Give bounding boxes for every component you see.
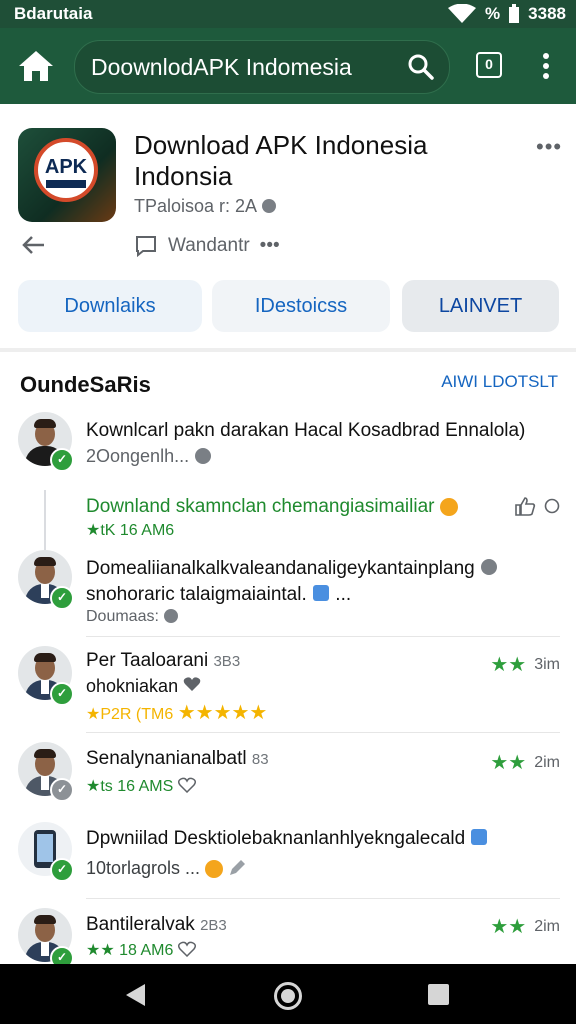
battery-icon bbox=[509, 4, 520, 23]
nav-back-icon[interactable] bbox=[126, 984, 145, 1006]
edit-icon bbox=[471, 829, 488, 845]
item-meta: 10torlagrols ... bbox=[86, 858, 246, 879]
item-time: 3im bbox=[534, 655, 560, 673]
verified-icon: ✓ bbox=[50, 586, 74, 610]
separator bbox=[86, 636, 560, 637]
star-icon: ★★ bbox=[490, 752, 527, 774]
separator bbox=[86, 732, 560, 733]
emoji-icon bbox=[439, 497, 458, 516]
list-item[interactable]: ✓ Per Taaloarani 3B3 ohokniakan ★P2R (TM… bbox=[0, 644, 576, 730]
list-item[interactable]: ✓ Dpwniilad Desktiolebaknanlanhlyekngale… bbox=[0, 820, 576, 896]
item-rating: ★P2R (TM6 ★★★★★ bbox=[86, 702, 268, 724]
emoji-icon bbox=[205, 860, 224, 879]
section-link[interactable]: AIWI LDOTSLT bbox=[441, 372, 558, 392]
heart-outline-icon[interactable] bbox=[177, 777, 196, 794]
app-subtitle: TPaloisoa r: 2A bbox=[134, 196, 277, 217]
nav-recents-icon[interactable] bbox=[428, 984, 449, 1005]
list-item[interactable]: ✓ Domealiianalkalkvaleandanaligeykantain… bbox=[0, 550, 576, 636]
clock: 3388 bbox=[528, 4, 566, 23]
app-header: APK Download APK Indonesia Indonsia TPal… bbox=[0, 104, 576, 350]
item-meta: 2Oongenlh... bbox=[86, 446, 212, 467]
verified-icon: ✓ bbox=[50, 448, 74, 472]
edit-icon bbox=[313, 585, 330, 601]
app-logo-badge: APK bbox=[34, 138, 98, 202]
comment-row[interactable]: Wandantr ••• bbox=[134, 234, 280, 258]
reaction-icons bbox=[514, 496, 560, 516]
app-icon[interactable]: APK bbox=[18, 128, 116, 222]
item-title: Kownlcarl pakn darakan Hacal Kosadbrad E… bbox=[86, 420, 526, 441]
item-suffix: 83 bbox=[251, 751, 269, 768]
downloads-button[interactable]: Downlaiks bbox=[18, 280, 202, 332]
home-icon[interactable] bbox=[16, 48, 56, 84]
verified-icon: ✓ bbox=[50, 682, 74, 706]
item-suffix: 3B3 bbox=[213, 653, 241, 670]
carrier-label: Bdarutaia bbox=[14, 4, 93, 23]
item-title: Downland skamnclan chemangiasimailiar bbox=[86, 496, 458, 518]
status-bar: Bdarutaia % 3388 bbox=[0, 0, 576, 28]
circle-icon[interactable] bbox=[544, 498, 560, 514]
item-subtitle: snohoraric talaigmaiaintal. ... bbox=[86, 584, 352, 605]
battery-label: % bbox=[485, 4, 501, 23]
info-icon bbox=[262, 199, 277, 213]
wifi-icon bbox=[448, 4, 477, 23]
list-item[interactable]: ✓ Bantileralvak 2B3 ★★ 18 AM6 ★★ 2im bbox=[0, 906, 576, 964]
globe-icon bbox=[481, 559, 497, 575]
app-logo-text: APK bbox=[44, 156, 88, 178]
list-item[interactable]: ✓ Senalynanianalbatl 83 ★ts 16 AMS ★★ 2i… bbox=[0, 740, 576, 814]
item-subtitle: ohokniakan bbox=[86, 676, 201, 697]
nav-home-icon[interactable] bbox=[274, 982, 302, 1010]
system-nav-bar bbox=[0, 964, 576, 1024]
overflow-menu-icon[interactable] bbox=[536, 50, 556, 82]
item-right: ★★ 3im bbox=[490, 652, 560, 677]
globe-icon bbox=[164, 609, 179, 623]
star-icon: ★★★★★ bbox=[177, 702, 268, 724]
thumbs-up-icon[interactable] bbox=[514, 496, 536, 516]
heart-icon bbox=[183, 677, 201, 691]
address-bar[interactable]: DoownlodAPK Indomesia bbox=[74, 40, 450, 94]
verified-icon: ✓ bbox=[50, 946, 74, 964]
more-dots-icon: ••• bbox=[259, 235, 280, 256]
item-title: Domealiianalkalkvaleandanaligeykantainpl… bbox=[86, 558, 498, 580]
latest-button[interactable]: LAINVET bbox=[402, 280, 559, 332]
star-icon: ★★ bbox=[490, 916, 527, 938]
section-title: OundeSaRis bbox=[20, 372, 151, 397]
globe-icon bbox=[195, 448, 212, 464]
verified-icon: ✓ bbox=[50, 858, 74, 882]
status-icons: % 3388 bbox=[447, 4, 566, 24]
star-icon: ★★ bbox=[490, 654, 527, 676]
more-options-icon[interactable]: ••• bbox=[536, 134, 562, 160]
heart-outline-icon[interactable] bbox=[177, 941, 196, 958]
item-rating: ★tK 16 AM6 bbox=[86, 522, 175, 539]
comments-section-header: OundeSaRis AIWI LDOTSLT bbox=[0, 352, 576, 402]
tab-switcher-button[interactable]: 0 bbox=[476, 52, 502, 78]
item-title: Dpwniilad Desktiolebaknanlanhlyekngaleca… bbox=[86, 828, 488, 850]
back-arrow-icon[interactable] bbox=[20, 232, 46, 258]
item-meta: Doumaas: bbox=[86, 608, 179, 626]
item-rating: ★ts 16 AMS bbox=[86, 776, 196, 796]
comment-label: Wandantr bbox=[168, 235, 250, 256]
item-right: ★★ 2im bbox=[490, 750, 560, 775]
app-title: Download APK Indonesia Indonsia bbox=[134, 130, 428, 191]
list-item[interactable]: ✓ Kownlcarl pakn darakan Hacal Kosadbrad… bbox=[0, 408, 576, 484]
browser-toolbar: DoownlodAPK Indomesia 0 bbox=[0, 28, 576, 104]
comment-icon bbox=[136, 236, 156, 258]
pencil-icon bbox=[230, 860, 246, 875]
item-title: Per Taaloarani 3B3 bbox=[86, 650, 241, 671]
item-right: ★★ 2im bbox=[490, 914, 560, 939]
list-item[interactable]: Downland skamnclan chemangiasimailiar ★t… bbox=[0, 490, 576, 546]
item-suffix: 2B3 bbox=[200, 917, 227, 934]
item-time: 2im bbox=[534, 753, 560, 771]
item-title: Bantileralvak 2B3 bbox=[86, 914, 227, 935]
separator bbox=[86, 898, 560, 899]
description-button[interactable]: IDestoicss bbox=[212, 280, 390, 332]
url-text[interactable]: DoownlodAPK Indomesia bbox=[91, 54, 352, 81]
verified-icon: ✓ bbox=[50, 778, 74, 802]
item-rating: ★★ 18 AM6 bbox=[86, 940, 196, 960]
search-icon[interactable] bbox=[407, 53, 435, 81]
item-time: 2im bbox=[534, 917, 560, 935]
item-title: Senalynanianalbatl 83 bbox=[86, 748, 269, 769]
